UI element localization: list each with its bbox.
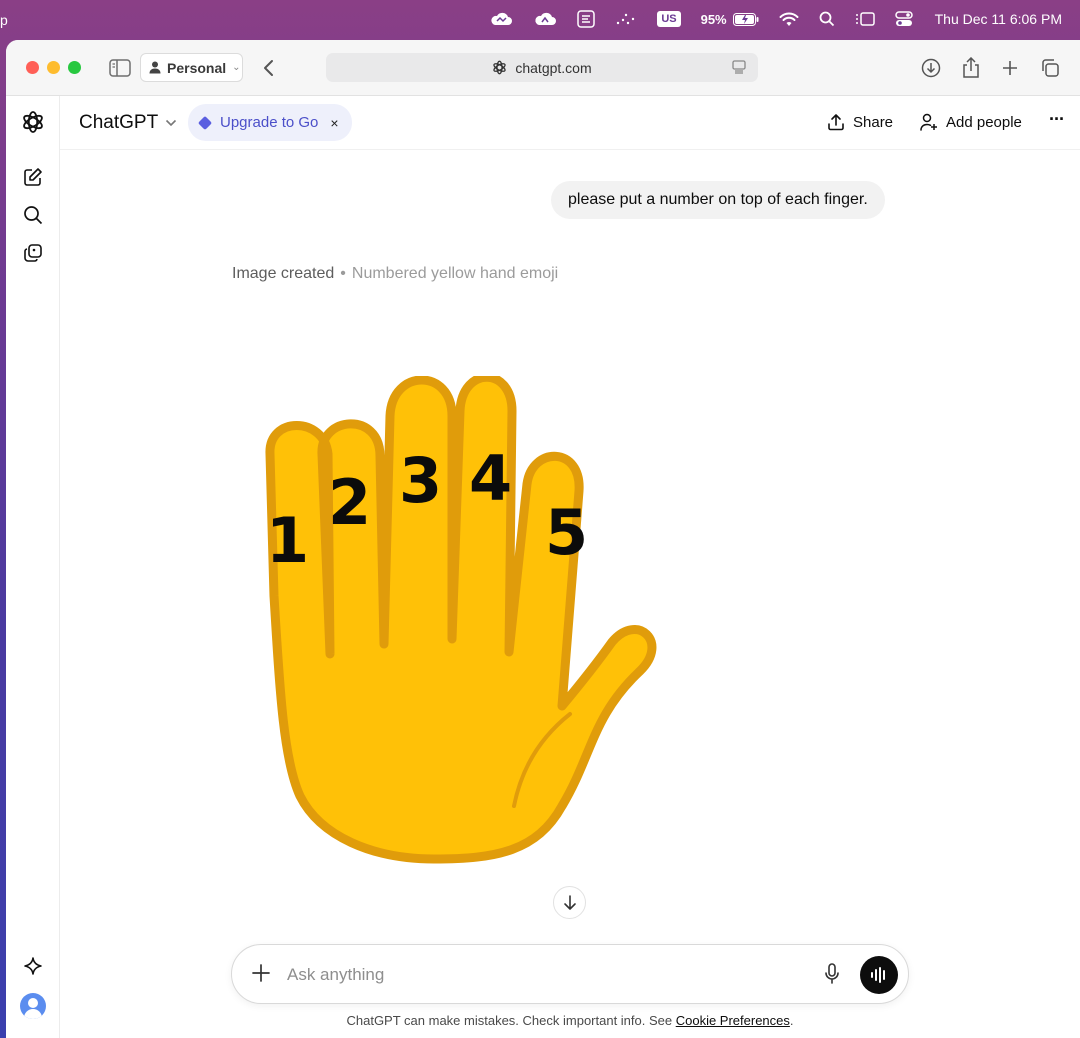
- model-name-label: ChatGPT: [79, 112, 159, 133]
- chat-header: ChatGPT Upgrade to Go × Share Add people…: [60, 96, 1080, 150]
- diamond-icon: [197, 115, 213, 130]
- add-person-icon: [920, 113, 937, 131]
- library-images-icon[interactable]: [21, 241, 45, 265]
- back-arrow-icon[interactable]: [257, 56, 281, 80]
- caption-separator: •: [340, 265, 346, 282]
- share-button[interactable]: Share: [827, 113, 893, 131]
- chatgpt-logo-icon[interactable]: [21, 110, 45, 134]
- scroll-to-bottom-button[interactable]: [553, 886, 586, 919]
- download-icon[interactable]: [919, 56, 943, 80]
- text-menu-icon[interactable]: [577, 10, 596, 28]
- new-chat-icon[interactable]: [21, 165, 45, 189]
- menu-bar-clock[interactable]: Thu Dec 11 6:06 PM: [935, 11, 1062, 27]
- finger-number-3: 3: [399, 444, 442, 517]
- add-people-button[interactable]: Add people: [920, 113, 1022, 131]
- spotlight-search-icon[interactable]: [819, 11, 835, 27]
- image-created-caption[interactable]: Image created • Numbered yellow hand emoji: [232, 265, 558, 283]
- add-people-label: Add people: [946, 113, 1022, 131]
- new-tab-icon[interactable]: [998, 56, 1022, 80]
- microphone-icon[interactable]: [824, 963, 840, 990]
- browser-window: Personal ⌄ chatgpt.com ChatGPT Upgrade t…: [6, 40, 1080, 1038]
- person-icon: [149, 61, 161, 74]
- user-message-bubble: please put a number on top of each finge…: [551, 181, 885, 219]
- app-sidebar: [6, 96, 60, 1038]
- share-label: Share: [853, 113, 894, 131]
- share-sheet-icon[interactable]: [959, 56, 983, 80]
- prompt-input[interactable]: [287, 961, 807, 989]
- chevron-down-icon: ⌄: [232, 62, 241, 73]
- wifi-icon[interactable]: [779, 12, 799, 27]
- finger-number-4: 4: [469, 442, 512, 515]
- more-options-icon: ···: [1049, 109, 1065, 129]
- chevron-down-icon: [165, 119, 177, 127]
- finger-number-2: 2: [328, 466, 371, 539]
- arrow-down-icon: [563, 894, 576, 910]
- close-icon[interactable]: ×: [330, 115, 338, 131]
- generated-hand-image[interactable]: 1 2 3 4 5: [232, 376, 672, 866]
- attach-plus-icon[interactable]: [251, 963, 271, 988]
- minimize-window-button[interactable]: [47, 61, 60, 74]
- disclaimer-footer: ChatGPT can make mistakes. Check importa…: [6, 1013, 1080, 1028]
- profile-selector[interactable]: Personal ⌄: [140, 53, 243, 82]
- cloud-sync-icon[interactable]: [533, 10, 557, 28]
- model-selector[interactable]: ChatGPT: [79, 112, 177, 134]
- url-text: chatgpt.com: [515, 59, 592, 76]
- disclaimer-end: .: [789, 1013, 794, 1028]
- voice-waveform-icon: [871, 967, 885, 983]
- upgrade-button[interactable]: Upgrade to Go ×: [188, 104, 352, 141]
- profile-name: Personal: [167, 59, 227, 76]
- finger-number-5: 5: [545, 496, 588, 569]
- reader-mode-icon[interactable]: [732, 60, 746, 77]
- search-icon[interactable]: [21, 203, 45, 227]
- tab-overview-icon[interactable]: [1038, 56, 1062, 80]
- menu-bar-app-name: p: [0, 12, 8, 28]
- openai-logo-icon: [492, 60, 507, 75]
- sparkle-icon[interactable]: [21, 954, 45, 978]
- hand-emoji-shape: [265, 376, 657, 864]
- user-message-text: please put a number on top of each finge…: [568, 191, 868, 208]
- cloud-icon[interactable]: [489, 10, 513, 28]
- macos-menu-bar: p US 95% Thu Dec 11 6:06 PM: [0, 0, 1080, 38]
- dots-icon[interactable]: [615, 12, 637, 26]
- keyboard-layout-badge[interactable]: US: [657, 11, 681, 27]
- close-window-button[interactable]: [26, 61, 39, 74]
- cookie-preferences-link[interactable]: Cookie Preferences: [676, 1013, 790, 1028]
- upgrade-label: Upgrade to Go: [220, 114, 319, 131]
- disclaimer-text: ChatGPT can make mistakes. Check importa…: [346, 1013, 676, 1028]
- zoom-window-button[interactable]: [68, 61, 81, 74]
- battery-icon[interactable]: [732, 12, 759, 26]
- image-description: Numbered yellow hand emoji: [351, 265, 559, 282]
- finger-number-1: 1: [266, 504, 309, 577]
- browser-toolbar: Personal ⌄ chatgpt.com: [6, 40, 1080, 96]
- sidebar-toggle-icon[interactable]: [108, 56, 132, 80]
- stage-manager-icon[interactable]: [855, 11, 875, 27]
- more-options-button[interactable]: ···: [1049, 109, 1065, 130]
- control-center-icon[interactable]: [894, 11, 913, 27]
- voice-mode-button[interactable]: [860, 956, 898, 994]
- upload-icon: [828, 114, 844, 131]
- address-bar[interactable]: chatgpt.com: [326, 53, 758, 82]
- message-composer: [231, 944, 909, 1004]
- image-created-label: Image created: [232, 265, 335, 282]
- battery-percentage: 95%: [700, 11, 727, 27]
